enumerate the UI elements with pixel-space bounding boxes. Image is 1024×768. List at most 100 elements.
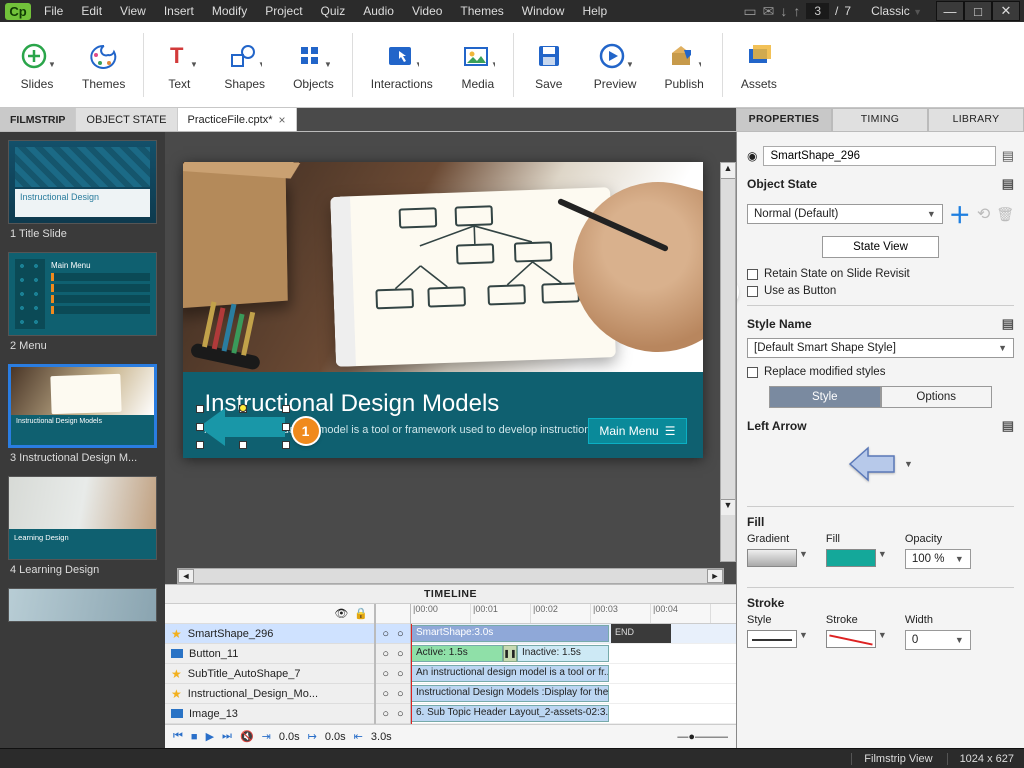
prop-box [183,170,288,308]
ribbon-text[interactable]: T▼ Text [148,33,210,97]
ribbon-themes[interactable]: Themes [68,33,139,97]
timeline-layer-names: 👁 🔒 ★SmartShape_296 Button_11 ★SubTitle_A… [165,604,375,724]
menu-edit[interactable]: Edit [73,2,110,20]
ribbon-shapes[interactable]: ▼ Shapes [210,33,279,97]
state-dropdown[interactable]: Normal (Default)▼ [747,204,943,224]
options-tab[interactable]: Options [881,386,993,408]
slide-thumb-5[interactable] [8,588,157,622]
down-arrow-icon[interactable]: ↓ [780,3,787,19]
mail-icon[interactable]: ✉ [763,3,775,20]
tl-rewind[interactable]: ⏮ [173,730,183,743]
timeline-row-button[interactable]: Button_11 [165,644,374,664]
slide-thumb-1[interactable]: Instructional Design 1 Title Slide [8,140,157,246]
retain-state-checkbox[interactable]: Retain State on Slide Revisit [747,268,1014,280]
menu-help[interactable]: Help [574,2,615,20]
svg-text:▼: ▼ [491,60,495,69]
replace-styles-checkbox[interactable]: Replace modified styles [747,366,1014,378]
left-tab-strip: FILMSTRIP OBJECT STATE PracticeFile.cptx… [0,108,736,132]
fill-swatch[interactable] [826,549,876,567]
ribbon-slides[interactable]: ▼ Slides [6,33,68,97]
add-state-button[interactable]: ＋ [949,198,971,230]
lock-icon[interactable]: 🔒 [354,607,368,620]
fill-heading: Fill [747,515,1014,529]
tl-end[interactable]: ⏭ [222,730,232,743]
menu-project[interactable]: Project [257,2,310,20]
up-arrow-icon[interactable]: ↑ [793,3,800,19]
menu-quiz[interactable]: Quiz [313,2,354,20]
tl-mute[interactable]: 🔇 [240,730,254,743]
stroke-style-swatch[interactable] [747,630,797,648]
tab-filmstrip[interactable]: FILMSTRIP [0,108,76,131]
timeline-tracks[interactable]: |00:00|00:01|00:02|00:03|00:04 SmartShap… [411,604,736,724]
stage-hscroll[interactable]: ◄ ► [177,568,724,584]
slide-canvas[interactable]: Instructional Design Models An instructi… [183,162,703,458]
gradient-swatch[interactable] [747,549,797,567]
file-tab[interactable]: PracticeFile.cptx* × [178,108,297,131]
menu-audio[interactable]: Audio [355,2,402,20]
properties-panel: ◉ ▤ Object State▤ Normal (Default)▼ ＋ ⟲ … [736,132,1024,748]
shape-preview[interactable]: ▼ [747,434,1014,498]
close-icon[interactable]: × [278,113,285,127]
stage-vscroll[interactable]: ▲ ▼ [720,162,736,562]
slide-thumb-3[interactable]: Instructional Design Models 3 Instructio… [8,364,157,470]
style-menu-icon[interactable]: ▤ [1002,316,1014,332]
page-current[interactable]: 3 [806,3,829,19]
status-view: Filmstrip View [851,753,932,765]
timeline-row-smartshape[interactable]: ★SmartShape_296 [165,624,374,644]
tab-timing[interactable]: TIMING [832,108,928,132]
style-dropdown[interactable]: [Default Smart Shape Style]▼ [747,338,1014,358]
use-as-button-checkbox[interactable]: Use as Button [747,285,1014,297]
state-view-button[interactable]: State View [822,236,939,258]
tab-properties[interactable]: PROPERTIES [736,108,832,132]
selected-arrow-shape[interactable] [199,408,287,446]
panel-menu-icon[interactable]: ▤ [1002,148,1014,164]
tab-object-state[interactable]: OBJECT STATE [76,108,177,131]
style-tab[interactable]: Style [769,386,881,408]
eye-icon[interactable]: 👁 [334,607,348,620]
delete-state-icon[interactable]: 🗑 [996,206,1014,223]
opacity-input[interactable]: 100 %▼ [905,549,971,569]
ribbon-interactions[interactable]: ▼ Interactions [357,33,447,97]
window-close[interactable]: ✕ [992,1,1020,21]
chevron-down-icon[interactable]: ▼ [904,459,913,469]
timeline-row-title[interactable]: ★Instructional_Design_Mo... [165,684,374,704]
window-maximize[interactable]: □ [964,1,992,21]
tab-library[interactable]: LIBRARY [928,108,1024,132]
workspace-selector[interactable]: Classic ▼ [871,4,922,18]
menu-themes[interactable]: Themes [452,2,511,20]
layout-icon[interactable]: ▭ [743,3,756,20]
ribbon-publish[interactable]: ▼ Publish [650,33,717,97]
tl-stop[interactable]: ■ [191,731,198,743]
object-name-input[interactable] [763,146,995,166]
menu-insert[interactable]: Insert [156,2,202,20]
slide-thumb-2[interactable]: Main Menu 2 Menu [8,252,157,358]
page-total: 7 [844,4,851,18]
slide-thumb-4[interactable]: Learning Design 4 Learning Design [8,476,157,582]
window-minimize[interactable]: — [936,1,964,21]
menu-window[interactable]: Window [514,2,573,20]
main-menu-button[interactable]: Main Menu ☰ [588,418,686,444]
state-menu-icon[interactable]: ▤ [1002,176,1014,192]
stroke-color-swatch[interactable] [826,630,876,648]
timeline-row-subtitle[interactable]: ★SubTitle_AutoShape_7 [165,664,374,684]
ribbon-media[interactable]: ▼ Media [447,33,509,97]
ribbon-objects[interactable]: ▼ Objects [279,33,348,97]
menu-modify[interactable]: Modify [204,2,255,20]
tl-play[interactable]: ▶ [206,730,214,743]
reset-state-icon[interactable]: ⟲ [977,204,990,224]
menu-video[interactable]: Video [404,2,450,20]
stroke-width-input[interactable]: 0▼ [905,630,971,650]
visibility-icon[interactable]: ◉ [747,149,757,163]
ribbon-save[interactable]: Save [518,33,580,97]
ribbon-preview[interactable]: ▼ Preview [580,33,651,97]
menu-file[interactable]: File [36,2,71,20]
menu-view[interactable]: View [112,2,154,20]
ribbon-assets[interactable]: Assets [727,33,791,97]
object-state-heading: Object State [747,177,817,191]
svg-text:T: T [170,43,184,68]
timeline-row-image13[interactable]: Image_13 [165,704,374,724]
gradient-label: Gradient [747,533,808,545]
shape-menu-icon[interactable]: ▤ [1002,418,1014,434]
svg-text:▼: ▼ [626,60,632,69]
prop-pencils [185,300,275,370]
